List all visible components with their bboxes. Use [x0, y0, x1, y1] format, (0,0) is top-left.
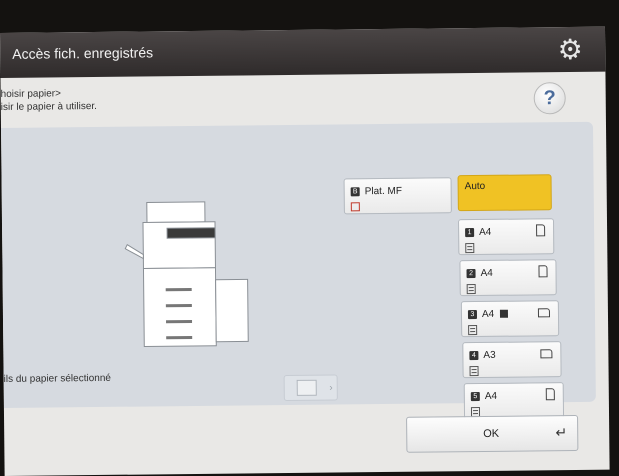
ok-label: OK	[483, 427, 500, 440]
chevron-right-icon: ›	[329, 382, 333, 394]
selected-paper-details-label[interactable]: ils du papier sélectionné	[4, 373, 111, 385]
landscape-square-icon	[499, 309, 509, 318]
screen-title: Accès fich. enregistrés	[12, 44, 154, 62]
tray-label: Plat. MF	[364, 185, 402, 198]
title-bar: Accès fich. enregistrés ⚙	[0, 26, 606, 78]
tray-number-badge: 2	[466, 269, 476, 279]
tray-number-badge: 5	[470, 391, 480, 402]
paper-preview-button[interactable]: ›	[283, 374, 338, 402]
landscape-paper-icon	[537, 308, 551, 318]
paper-stack-icon	[468, 325, 478, 336]
portrait-paper-icon	[545, 388, 555, 401]
tray-manual-feed[interactable]: B Plat. MF	[343, 177, 452, 215]
gear-icon[interactable]: ⚙	[555, 34, 585, 65]
paper-stack-icon	[466, 284, 476, 295]
tray-label: A4	[480, 267, 493, 279]
manual-feed-icon	[350, 202, 360, 212]
tray-number-badge: 1	[465, 228, 475, 238]
printer-illustration	[124, 201, 249, 348]
instruction-text: hoisir papier> isir le papier à utiliser…	[1, 86, 201, 114]
copier-screen: Accès fich. enregistrés ⚙ hoisir papier>…	[0, 26, 610, 476]
enter-icon: ↵	[555, 424, 568, 441]
tray-2[interactable]: 2 A4	[459, 259, 557, 297]
tray-label: A4	[484, 390, 498, 402]
help-button[interactable]: ?	[533, 82, 566, 115]
paper-stack-icon	[465, 243, 475, 254]
tray-number-badge: 3	[467, 310, 478, 320]
landscape-paper-icon	[540, 349, 553, 359]
tray-1[interactable]: 1 A4	[457, 218, 555, 256]
document-icon	[296, 379, 317, 396]
tray-label: A4	[479, 226, 492, 238]
tray-3[interactable]: 3 A4	[460, 300, 560, 338]
tray-auto[interactable]: Auto	[457, 174, 552, 212]
tray-4[interactable]: 4 A3	[462, 341, 562, 379]
tray-label: Auto	[464, 180, 486, 193]
bottom-bar: OK ↵	[4, 407, 610, 476]
tray-number-badge: 4	[469, 351, 479, 361]
paper-stack-icon	[469, 366, 479, 377]
portrait-paper-icon	[536, 224, 546, 237]
tray-label: A4	[481, 308, 495, 320]
tray-label: A3	[483, 349, 496, 361]
tray-number-badge: B	[350, 187, 360, 197]
instruction-line-2: isir le papier à utiliser.	[0, 100, 97, 113]
portrait-paper-icon	[538, 265, 548, 278]
ok-button[interactable]: OK ↵	[406, 414, 579, 453]
